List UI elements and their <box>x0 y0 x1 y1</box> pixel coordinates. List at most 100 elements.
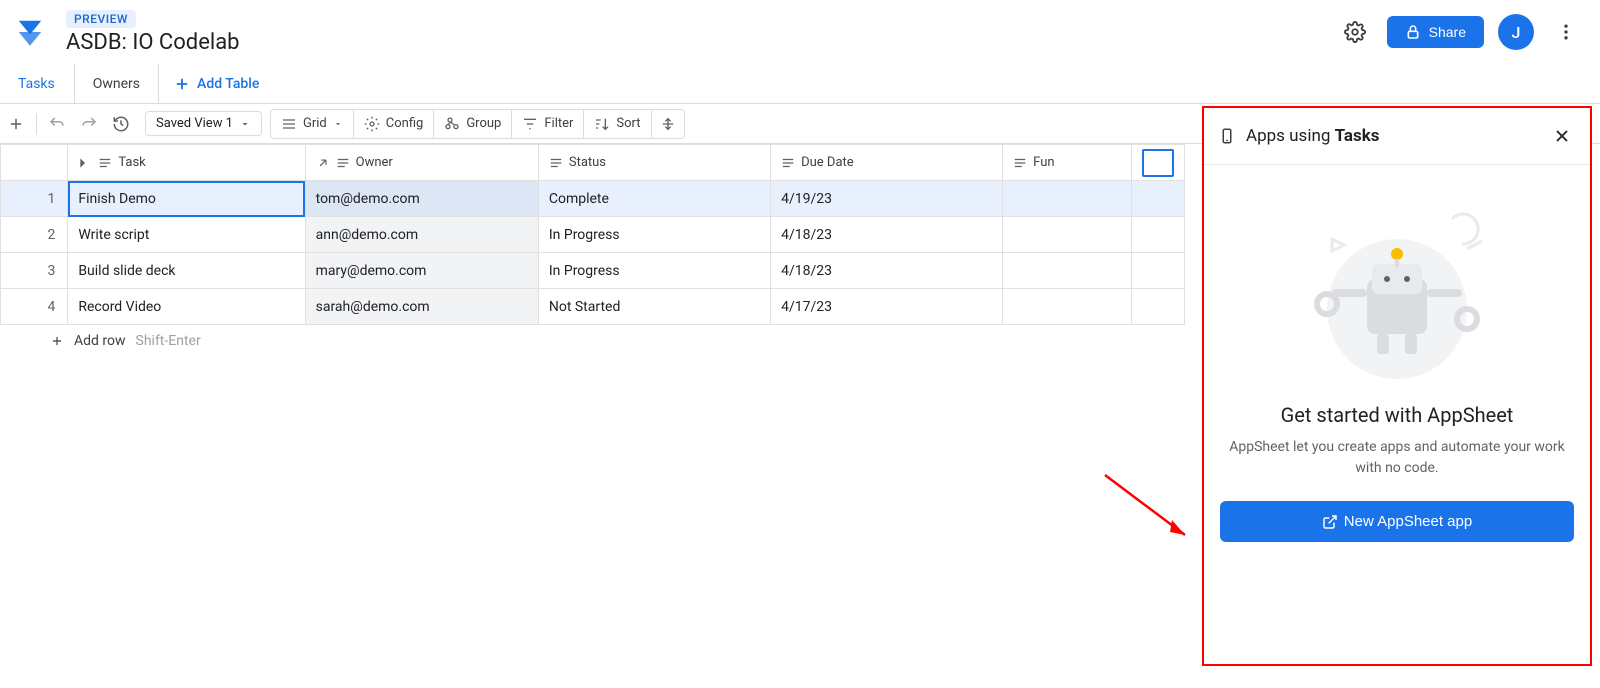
avatar[interactable]: J <box>1498 14 1534 50</box>
group-label: Group <box>466 116 501 131</box>
redo-icon <box>80 115 98 133</box>
panel-description: AppSheet let you create apps and automat… <box>1220 437 1574 479</box>
column-header-task[interactable]: Task <box>68 145 305 181</box>
config-label: Config <box>386 116 424 131</box>
cell-status[interactable]: Not Started <box>538 289 770 325</box>
table-row[interactable]: 2 Write script ann@demo.com In Progress … <box>1 217 1185 253</box>
column-label: Fun <box>1033 155 1054 170</box>
undo-button[interactable] <box>41 108 73 140</box>
column-header-owner[interactable]: Owner <box>305 145 538 181</box>
filter-button[interactable]: Filter <box>512 110 584 138</box>
toolbar-group: Grid Config Group Filter Sort <box>270 109 685 139</box>
header-row: Task Owner Status <box>1 145 1185 181</box>
open-in-new-icon <box>1322 514 1338 530</box>
ref-icon <box>316 156 330 170</box>
more-button[interactable] <box>1548 14 1584 50</box>
cell-fun[interactable] <box>1003 217 1132 253</box>
header-actions: Share J <box>1337 14 1584 50</box>
group-icon <box>444 116 460 132</box>
robot-illustration-icon <box>1297 189 1497 389</box>
history-icon <box>112 115 130 133</box>
column-header-status[interactable]: Status <box>538 145 770 181</box>
data-table: Task Owner Status <box>0 144 1185 325</box>
text-icon <box>336 156 350 170</box>
text-icon <box>549 156 563 170</box>
cell-extra[interactable] <box>1131 181 1184 217</box>
cell-task[interactable]: Record Video <box>68 289 305 325</box>
cell-status[interactable]: In Progress <box>538 253 770 289</box>
cell-task[interactable]: Write script <box>68 217 305 253</box>
tab-tasks[interactable]: Tasks <box>0 64 74 103</box>
column-header-fun[interactable]: Fun <box>1003 145 1132 181</box>
cell-status[interactable]: In Progress <box>538 217 770 253</box>
row-number: 4 <box>1 289 68 325</box>
phone-icon <box>1218 127 1236 145</box>
extra-column-header <box>1131 145 1184 181</box>
config-button[interactable]: Config <box>354 110 435 138</box>
table-row[interactable]: 4 Record Video sarah@demo.com Not Starte… <box>1 289 1185 325</box>
new-app-label: New AppSheet app <box>1344 513 1472 530</box>
key-icon <box>78 156 92 170</box>
close-icon <box>1552 126 1572 146</box>
column-label: Due Date <box>801 155 854 170</box>
share-button[interactable]: Share <box>1387 16 1484 48</box>
add-button[interactable] <box>0 108 32 140</box>
new-appsheet-app-button[interactable]: New AppSheet app <box>1220 501 1574 542</box>
panel-title: Apps using Tasks <box>1246 126 1538 146</box>
table-row[interactable]: 1 Finish Demo tom@demo.com Complete 4/19… <box>1 181 1185 217</box>
cell-fun[interactable] <box>1003 289 1132 325</box>
cell-extra[interactable] <box>1131 253 1184 289</box>
cell-due-date[interactable]: 4/19/23 <box>771 181 1003 217</box>
filter-icon <box>522 116 538 132</box>
grid-icon <box>281 116 297 132</box>
cell-owner[interactable]: ann@demo.com <box>305 217 538 253</box>
panel-header: Apps using Tasks <box>1204 108 1590 165</box>
table-row[interactable]: 3 Build slide deck mary@demo.com In Prog… <box>1 253 1185 289</box>
plus-icon <box>173 75 191 93</box>
sort-label: Sort <box>616 116 640 131</box>
close-panel-button[interactable] <box>1548 122 1576 150</box>
cell-due-date[interactable]: 4/18/23 <box>771 217 1003 253</box>
history-button[interactable] <box>105 108 137 140</box>
row-number: 3 <box>1 253 68 289</box>
cell-owner[interactable]: sarah@demo.com <box>305 289 538 325</box>
text-icon <box>1013 156 1027 170</box>
cell-fun[interactable] <box>1003 181 1132 217</box>
add-table-label: Add Table <box>197 76 259 92</box>
row-number: 1 <box>1 181 68 217</box>
appsheet-logo-icon <box>12 14 48 50</box>
plus-icon <box>7 115 25 133</box>
cell-due-date[interactable]: 4/18/23 <box>771 253 1003 289</box>
grid-view-button[interactable]: Grid <box>271 110 354 138</box>
panel-body: Get started with AppSheet AppSheet let y… <box>1204 165 1590 664</box>
share-label: Share <box>1429 24 1466 40</box>
cell-fun[interactable] <box>1003 253 1132 289</box>
cell-owner[interactable]: tom@demo.com <box>305 181 538 217</box>
cell-due-date[interactable]: 4/17/23 <box>771 289 1003 325</box>
column-header-due-date[interactable]: Due Date <box>771 145 1003 181</box>
add-table-button[interactable]: Add Table <box>159 75 273 93</box>
row-number: 2 <box>1 217 68 253</box>
saved-view-dropdown[interactable]: Saved View 1 <box>145 111 262 136</box>
cell-owner[interactable]: mary@demo.com <box>305 253 538 289</box>
group-button[interactable]: Group <box>434 110 512 138</box>
cell-task[interactable]: Finish Demo <box>68 181 305 217</box>
plus-icon <box>50 334 64 348</box>
sort-button[interactable]: Sort <box>584 110 651 138</box>
sort-icon <box>594 116 610 132</box>
settings-button[interactable] <box>1337 14 1373 50</box>
lock-icon <box>1405 24 1421 40</box>
tab-owners[interactable]: Owners <box>74 64 159 103</box>
redo-button[interactable] <box>73 108 105 140</box>
filter-label: Filter <box>544 116 573 131</box>
cell-task[interactable]: Build slide deck <box>68 253 305 289</box>
app-title[interactable]: ASDB: IO Codelab <box>66 30 1337 55</box>
row-number-header <box>1 145 68 181</box>
column-label: Task <box>118 155 145 170</box>
panel-heading: Get started with AppSheet <box>1281 403 1514 427</box>
cell-status[interactable]: Complete <box>538 181 770 217</box>
tabs-row: Tasks Owners Add Table <box>0 64 1600 104</box>
cell-extra[interactable] <box>1131 289 1184 325</box>
cell-extra[interactable] <box>1131 217 1184 253</box>
row-height-button[interactable] <box>652 110 684 138</box>
